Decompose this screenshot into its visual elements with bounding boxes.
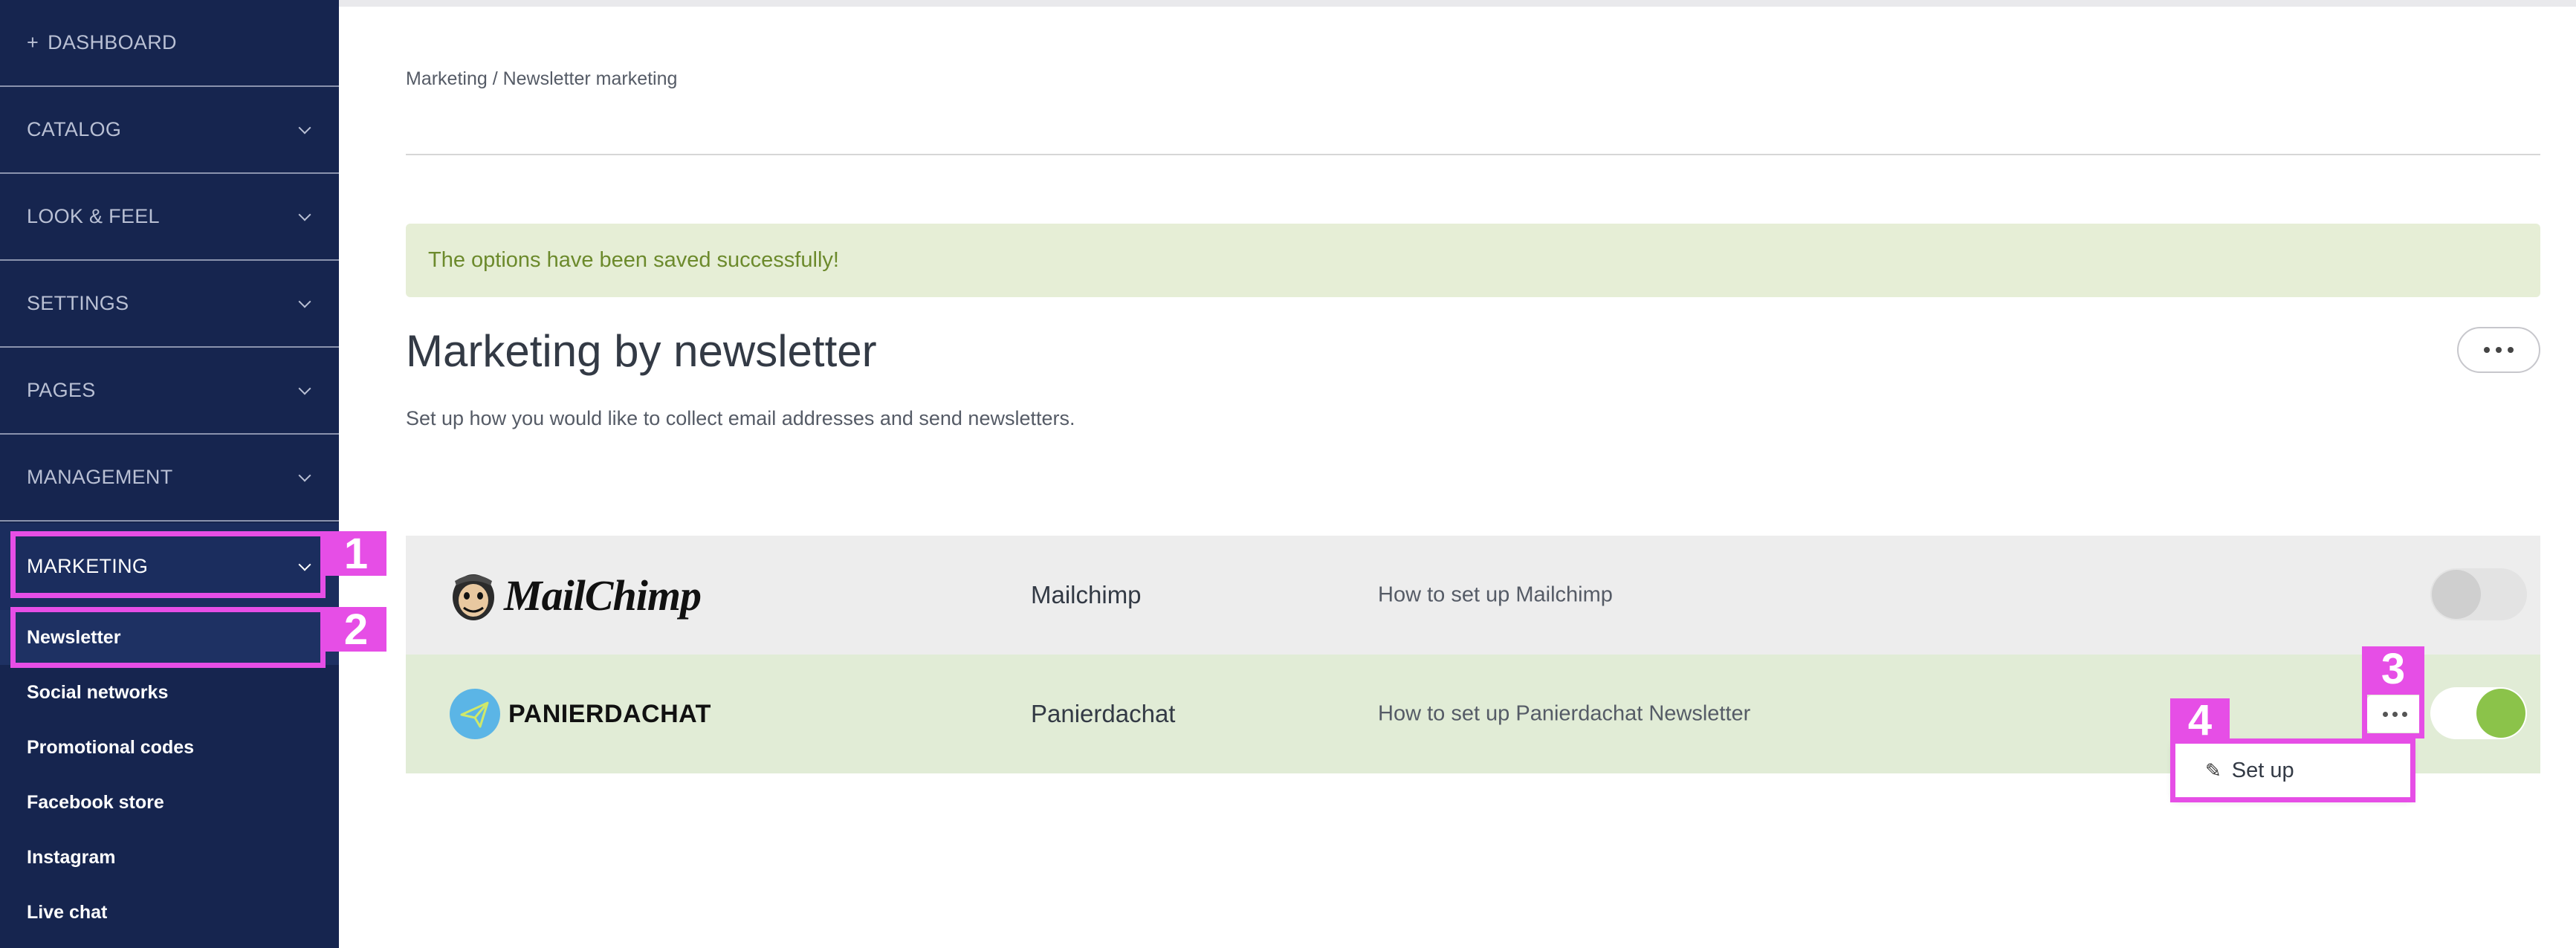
sidebar-item-label: SETTINGS [27,292,129,314]
chevron-down-icon [298,208,311,221]
alert-text: The options have been saved successfully… [428,248,839,272]
sidebar-item-dashboard[interactable]: + DASHBOARD [0,0,339,87]
annotation-box-2 [10,607,326,668]
page-description: Set up how you would like to collect ema… [406,407,1075,429]
sidebar-subitem-live-chat[interactable]: Live chat [0,885,339,940]
annotation-label-3: 3 [2362,645,2424,693]
mailchimp-logo: MailChimp [449,568,702,623]
sidebar-item-catalog[interactable]: CATALOG [0,87,339,174]
mailchimp-freddie-icon [453,574,494,620]
provider-help-link[interactable]: How to set up Mailchimp [1378,583,1613,608]
panierdachat-toggle[interactable] [2430,687,2527,739]
sidebar-item-settings[interactable]: SETTINGS [0,261,339,348]
chevron-down-icon [298,121,311,134]
annotation-box-1 [10,531,326,598]
annotation-box-3 [2362,689,2424,738]
mailchimp-logo-text: MailChimp [504,571,702,620]
provider-help-link[interactable]: How to set up Panierdachat Newsletter [1378,702,1750,727]
sidebar-item-label: PAGES [27,379,96,401]
provider-name: Panierdachat [1031,700,1176,727]
sidebar-subitem-label: Social networks [27,681,169,703]
sidebar-subitem-promotional-codes[interactable]: Promotional codes [0,720,339,775]
plus-icon: + [27,31,39,53]
annotation-box-4 [2170,738,2415,802]
sidebar-subitem-facebook-store[interactable]: Facebook store [0,775,339,830]
sidebar: + DASHBOARD CATALOG LOOK & FEEL SETTINGS… [0,0,339,948]
more-dots-icon [2484,347,2490,353]
sidebar-item-label: DASHBOARD [48,31,177,53]
annotation-label-4: 4 [2170,696,2230,744]
success-alert: The options have been saved successfully… [406,224,2540,297]
page-more-options-button[interactable] [2457,327,2540,373]
sidebar-subitem-label: Facebook store [27,791,164,813]
panierdachat-logo: PANIERDACHAT [449,688,711,740]
sidebar-subitem-label: Promotional codes [27,736,195,758]
page-title: Marketing by newsletter [406,326,877,376]
panierdachat-logo-text: PANIERDACHAT [508,699,711,728]
toggle-knob [2476,689,2525,738]
sidebar-subitem-instagram[interactable]: Instagram [0,830,339,885]
more-dots-icon [2496,347,2502,353]
sidebar-item-label: LOOK & FEEL [27,205,160,227]
provider-name: Mailchimp [1031,581,1142,608]
chevron-down-icon [298,382,311,395]
sidebar-item-label: CATALOG [27,118,122,140]
more-dots-icon [2508,347,2514,353]
top-bar [339,0,2576,7]
sidebar-subitem-label: Live chat [27,901,108,923]
sidebar-item-look-and-feel[interactable]: LOOK & FEEL [0,174,339,261]
sidebar-item-pages[interactable]: PAGES [0,348,339,435]
chevron-down-icon [298,295,311,308]
annotation-label-2: 2 [326,606,386,654]
toggle-knob [2432,570,2481,619]
sidebar-subitem-label: Instagram [27,846,116,868]
breadcrumb: Marketing / Newsletter marketing [406,68,678,89]
sidebar-subitem-social-networks[interactable]: Social networks [0,665,339,720]
paper-plane-icon [450,689,500,739]
chevron-down-icon [298,469,311,481]
sidebar-item-label: MANAGEMENT [27,466,173,488]
sidebar-item-management[interactable]: MANAGEMENT [0,435,339,522]
provider-row-mailchimp: MailChimp Mailchimp How to set up Mailch… [406,536,2540,655]
annotation-label-1: 1 [326,530,386,578]
divider [406,154,2540,155]
mailchimp-toggle[interactable] [2430,568,2527,620]
